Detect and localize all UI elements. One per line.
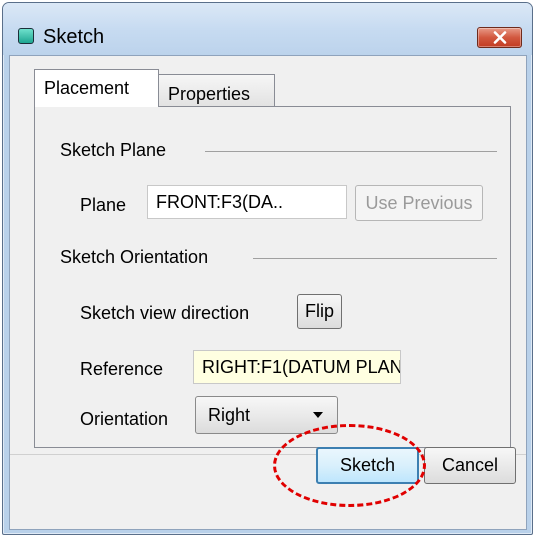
use-previous-button[interactable]: Use Previous [355,185,483,221]
chevron-down-icon [313,412,323,418]
dialog-body: Placement Properties Sketch Plane Plane … [9,55,527,530]
reference-field[interactable]: RIGHT:F1(DATUM PLANE) [193,350,401,384]
orientation-value: Right [208,404,251,425]
title-bar[interactable]: Sketch [3,3,532,55]
sketch-plane-divider [205,151,497,152]
orientation-dropdown[interactable]: Right [195,396,338,434]
tab-properties[interactable]: Properties [158,74,275,107]
close-icon [493,31,506,44]
orientation-label: Orientation [80,409,169,429]
sketch-orientation-heading: Sketch Orientation [60,247,215,268]
plane-field[interactable]: FRONT:F3(DA.. [147,185,347,219]
sketch-button[interactable]: Sketch [316,447,419,484]
reference-label: Reference [80,359,164,379]
placement-panel: Sketch Plane Plane FRONT:F3(DA.. Use Pre… [34,106,511,448]
plane-label: Plane [80,195,127,215]
sketch-view-direction-label: Sketch view direction [80,303,250,323]
window-title: Sketch [43,26,105,48]
tab-placement[interactable]: Placement [34,69,159,107]
close-button[interactable] [477,27,522,48]
sketch-dialog: Sketch Placement Properties Sketch Plane… [2,2,533,535]
flip-button[interactable]: Flip [297,294,342,329]
sketch-plane-heading: Sketch Plane [60,140,173,161]
sketch-orientation-divider [253,258,497,259]
cancel-button[interactable]: Cancel [424,447,516,484]
app-icon [18,28,34,44]
